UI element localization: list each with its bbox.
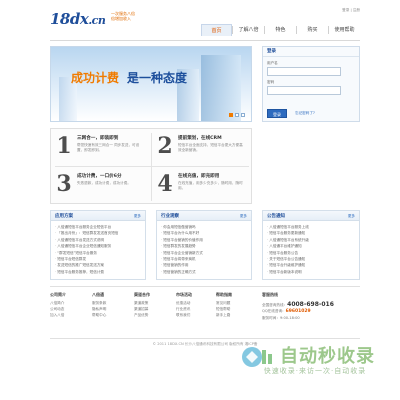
banner-slogan-secondary: 是一种态度 [127,71,188,85]
news-box-notices: 公告通知 更多 八倍通短信平台服务上线 短信平台服务更新通知 八倍通短信平台系统… [262,210,360,280]
hero-banner[interactable]: 成功计费 是一种态度 [50,46,252,122]
box-more-link[interactable]: 更多 [240,214,247,219]
service-qq-label: QQ在线咨询： [262,309,286,313]
banner-building [201,55,241,121]
site-logo[interactable]: 18dx.cn 一次服务八倍 倍增加收入 [50,10,140,32]
banner-slogan: 成功计费 是一种态度 [71,69,187,86]
feature-description: 短信平台全面支持，短信平台更大方便高效全新营销。 [178,143,243,152]
feature-divider [151,133,152,201]
news-item[interactable]: 短信平台服务推荐，短信计费 [55,269,141,275]
watermark-text: 自动秒收录 [280,346,375,367]
box-more-link[interactable]: 更多 [134,214,141,219]
logo-domain-text: .cn [88,14,106,27]
feature-number: 4 [157,171,173,197]
box-title: 应用方案 [55,214,73,219]
username-label: 用户名 [267,61,278,65]
customer-service: 客服热线 全国咨询热线：4008-698-016 QQ在线咨询：69601029… [262,292,360,321]
news-list: 八倍通短信平台服务上线 短信平台服务更新通知 八倍通短信平台系统升级 八倍通平台… [263,221,359,278]
footer-column-title: 渠道合作 [134,292,150,297]
footer-column-title: 公司简介 [50,292,66,297]
footer-column: 渠道合作 渠道政策 渠道招募 产品优势 [134,292,174,318]
header: 18dx.cn 一次服务八倍 倍增加收入 登录 | 注册 首页 了解八倍 特色 … [50,8,360,40]
feature-item: 4 在线充值，即充即用 在线充值，用多少充多少，随时用，随时用。 [152,167,252,204]
footer-column: 帮助指南 常见问题 短信帮助 新手上路 [216,292,256,318]
nav-about[interactable]: 了解八倍 [233,24,264,36]
nav-features[interactable]: 特色 [265,24,296,36]
service-phone-number: 4008-698-016 [287,301,334,308]
nav-help[interactable]: 使用帮助 [329,24,360,36]
footer-column-title: 帮助指南 [216,292,232,297]
feature-description: 帮您快速有效三网合一 同步发送，可设置，即发即到。 [77,143,140,152]
footer-link[interactable]: 产品优势 [134,312,174,318]
footer-column: 市场活动 优惠活动 行业资讯 联系我们 [176,292,216,318]
feature-item: 1 三网合一，即装即到 帮您快速有效三网合一 同步发送，可设置，即发即到。 [51,129,151,166]
feature-number: 3 [56,171,72,197]
service-qq: QQ在线咨询：69601029 [262,308,360,315]
footer-link[interactable]: 帮助中心 [92,312,132,318]
feature-divider [55,166,249,167]
login-actions: 登录 忘记密码了? [267,109,315,118]
box-title: 行业观察 [161,214,179,219]
feature-grid: 1 三网合一，即装即到 帮您快速有效三网合一 同步发送，可设置，即发即到。 2 … [50,128,252,204]
feature-title: 提前策划，在线CRM [178,136,222,141]
feature-title: 成功计费，一口价6分 [77,174,122,179]
news-item[interactable]: 短信平台新版本说明 [267,269,355,275]
login-panel: 登录 用户名 密码 登录 忘记密码了? [262,46,360,122]
footer-divider [50,286,360,287]
watermark-subtext: 快速收录·来访一次·自动收录 [263,367,367,375]
footer-column: 八倍通 服务条款 隐私声明 帮助中心 [92,292,132,318]
password-label: 密码 [267,80,275,84]
service-phone: 全国咨询热线：4008-698-016 [262,301,360,308]
feature-number: 1 [56,133,72,159]
footer-column: 公司简介 八倍简介 公司动态 加入八倍 [50,292,90,318]
banner-slogan-primary: 成功计费 [71,71,120,85]
service-phone-label: 全国咨询热线： [262,303,288,307]
box-more-link[interactable]: 更多 [348,214,355,219]
nav-buy[interactable]: 购买 [297,24,328,36]
box-header: 应用方案 更多 [51,211,145,221]
footer-link[interactable]: 新手上路 [216,312,256,318]
top-links[interactable]: 登录 | 注册 [342,8,360,13]
news-box-industry: 行业观察 更多 你会用短信做营销吗 短信平台为什么用不好 短信平台营销的价值作用… [156,210,252,280]
password-input[interactable] [267,86,341,95]
watermark: 自动秒收录 快速收录·来访一次·自动收录 [240,338,390,382]
banner-pager-dot[interactable] [241,113,245,117]
feature-item: 3 成功计费，一口价6分 失败退款，成功计费，成功计费。 [51,167,151,204]
service-hours: 服务时间：9:00-18:00 [262,316,300,320]
banner-pager [229,113,245,117]
logo-tagline: 一次服务八倍 倍增加收入 [111,11,135,21]
box-header: 行业观察 更多 [157,211,251,221]
banner-pager-dot[interactable] [235,113,239,117]
news-list: 你会用短信做营销吗 短信平台为什么用不好 短信平台营销的价值作用 短信群发的发展… [157,221,251,278]
nav-home[interactable]: 首页 [201,24,232,36]
main-nav: 首页 了解八倍 特色 购买 使用帮助 [201,24,360,36]
footer-column-title: 八倍通 [92,292,104,297]
footer-link[interactable]: 联系我们 [176,312,216,318]
logo-tagline-2: 倍增加收入 [111,16,131,21]
forgot-password-link[interactable]: 忘记密码了? [295,111,315,116]
news-list: 八倍通短信平台服务企业短信平台 「推出月份」：短信群发发送首页短信 八倍通短信平… [51,221,145,278]
footer-column-title: 市场活动 [176,292,192,297]
news-box-solutions: 应用方案 更多 八倍通短信平台服务企业短信平台 「推出月份」：短信群发发送首页短… [50,210,146,280]
feature-title: 在线充值，即充即用 [178,174,220,179]
login-button[interactable]: 登录 [267,109,287,118]
news-item[interactable]: 短信营销的正确方式 [161,269,247,275]
feature-description: 在线充值，用多少充多少，随时用，随时用。 [178,181,243,190]
box-header: 公告通知 更多 [263,211,359,221]
feature-title: 三网合一，即装即到 [77,136,119,141]
banner-pager-dot[interactable] [229,113,233,117]
header-divider [50,40,360,41]
feature-description: 失败退款，成功计费，成功计费。 [77,181,131,185]
service-title: 客服热线 [262,292,278,297]
logo-wordmark: 18dx.cn [50,10,106,28]
footer-link[interactable]: 加入八倍 [50,312,90,318]
service-qq-number[interactable]: 69601029 [286,309,311,314]
feature-item: 2 提前策划，在线CRM 短信平台全面支持，短信平台更大方便高效全新营销。 [152,129,252,166]
login-title: 登录 [263,47,359,57]
username-input[interactable] [267,67,341,76]
logo-main-text: 18dx [50,10,89,28]
box-title: 公告通知 [267,214,285,219]
feature-number: 2 [157,133,173,159]
